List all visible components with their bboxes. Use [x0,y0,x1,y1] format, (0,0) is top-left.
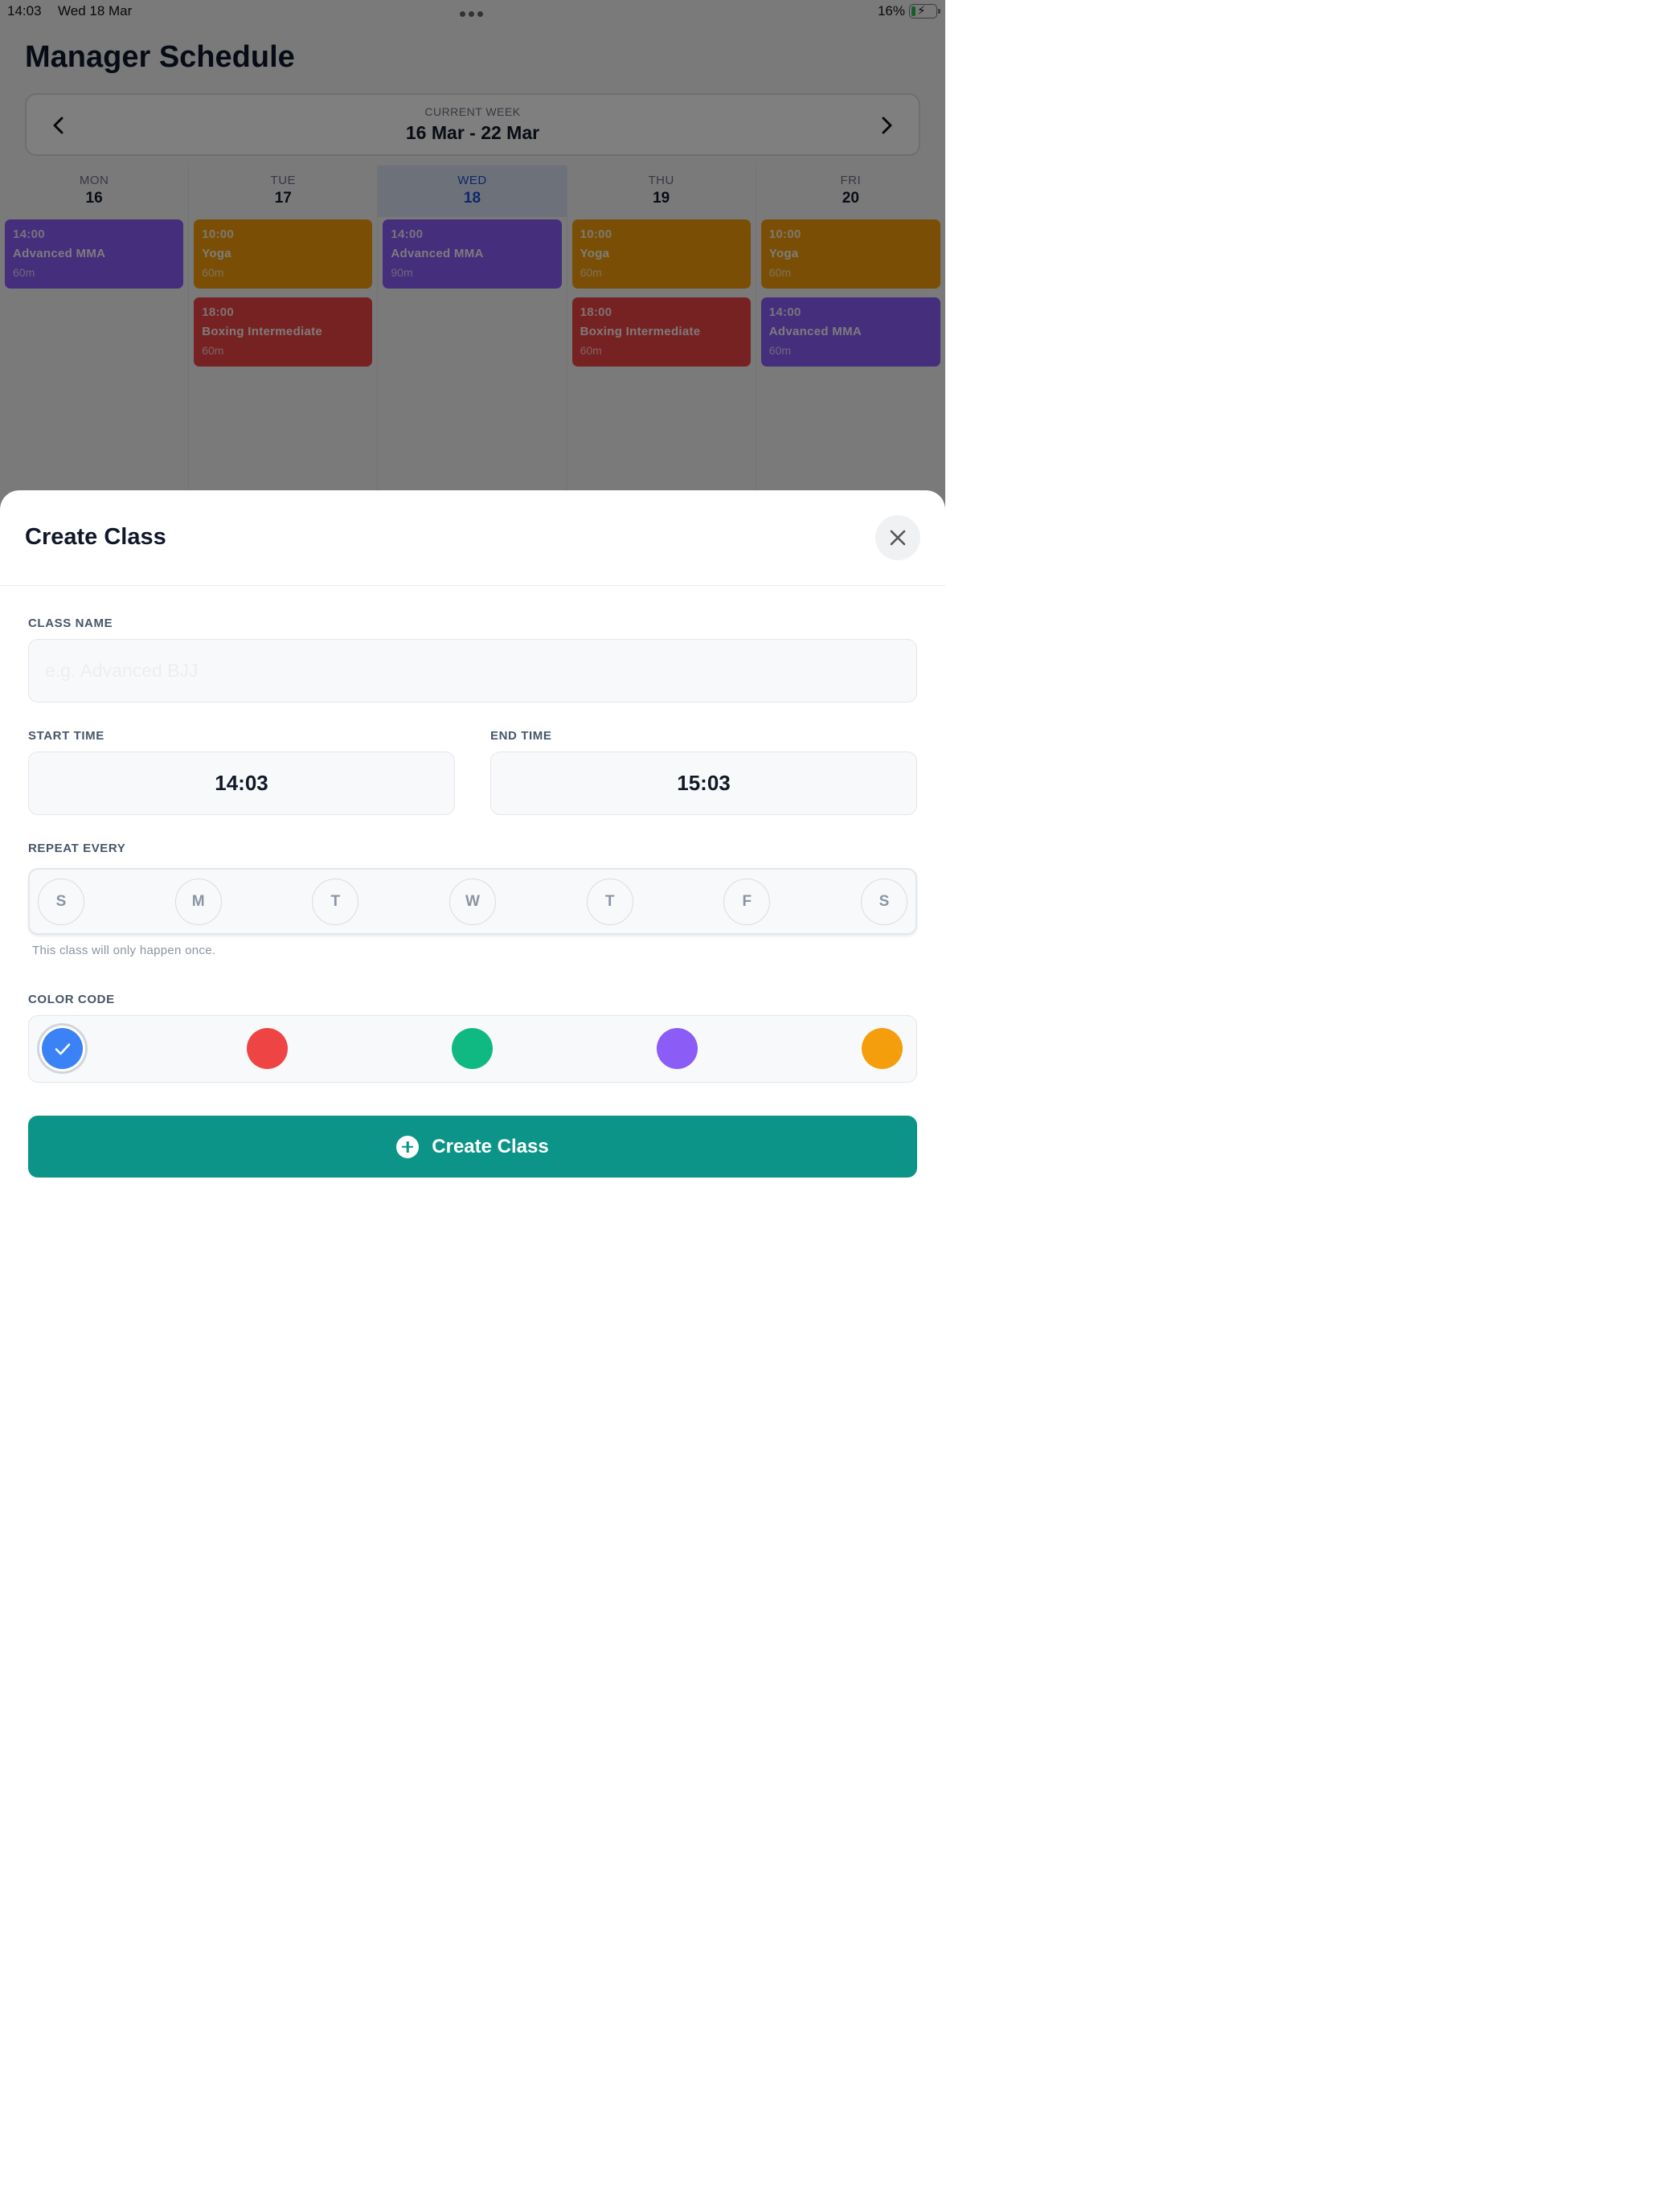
end-time-picker[interactable]: 15:03 [490,752,917,815]
repeat-day-toggle[interactable]: S [38,879,84,925]
color-swatch[interactable] [452,1028,493,1069]
repeat-day-toggle[interactable]: S [861,879,907,925]
close-icon [890,530,906,546]
repeat-day-toggle[interactable]: W [449,879,496,925]
class-name-input[interactable] [28,639,917,703]
start-time-label: START TIME [28,729,104,743]
sheet-title: Create Class [25,524,166,550]
repeat-day-toggle[interactable]: M [174,879,222,925]
color-code-label: COLOR CODE [28,993,115,1006]
color-swatch[interactable] [42,1028,83,1069]
repeat-hint: This class will only happen once. [32,944,216,957]
class-name-label: CLASS NAME [28,616,113,630]
color-swatch[interactable] [247,1028,288,1069]
sheet-header: Create Class [0,490,945,586]
plus-circle-icon [396,1135,420,1158]
end-time-label: END TIME [490,729,552,743]
create-class-button-label: Create Class [432,1135,549,1157]
color-swatch[interactable] [657,1028,698,1069]
repeat-day-toggle[interactable]: T [312,879,359,925]
color-picker [28,1015,917,1083]
checkmark-icon [55,1043,70,1055]
create-class-sheet: Create Class CLASS NAME START TIME 14:03… [0,490,945,1260]
create-class-button[interactable]: Create Class [28,1116,917,1178]
close-button[interactable] [875,515,920,560]
repeat-every-label: REPEAT EVERY [28,842,126,855]
color-swatch[interactable] [862,1028,903,1069]
repeat-day-toggle[interactable]: T [586,879,633,925]
repeat-day-selector: SMTWTFS [28,868,917,935]
repeat-day-toggle[interactable]: F [723,879,771,925]
start-time-picker[interactable]: 14:03 [28,752,455,815]
